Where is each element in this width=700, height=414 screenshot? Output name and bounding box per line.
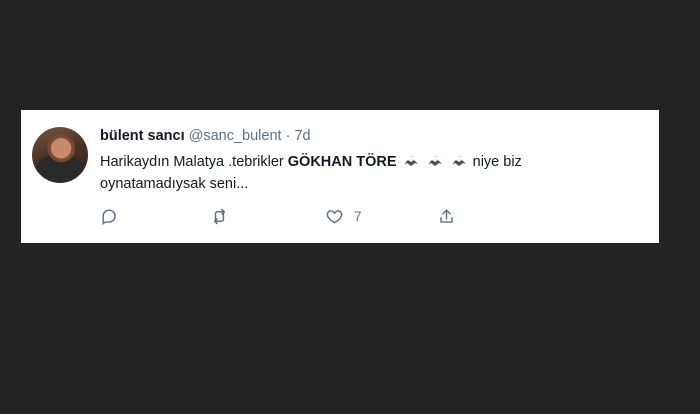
- handle[interactable]: @sanc_bulent: [189, 128, 282, 144]
- retweet-icon: [214, 208, 225, 224]
- tweet-header: bülent sancı @sanc_bulent · 7d: [100, 127, 311, 145]
- timestamp[interactable]: 7d: [294, 128, 310, 144]
- tweet-card[interactable]: bülent sancı @sanc_bulent · 7d Harikaydı…: [21, 110, 659, 243]
- eagle-emojis: [401, 154, 473, 170]
- share-icon: [440, 208, 453, 223]
- reply-icon: [102, 208, 116, 225]
- retweet-button[interactable]: [210, 204, 229, 228]
- heart-icon: [326, 209, 343, 224]
- tweet-text: Harikaydın Malatya .tebrikler GÖKHAN TÖR…: [100, 151, 620, 195]
- like-count: 7: [354, 208, 362, 224]
- eagle-emoji: [403, 155, 418, 166]
- like-button[interactable]: 7: [325, 204, 362, 228]
- tweet-actions: 7: [100, 204, 460, 228]
- tweet-text-bold: GÖKHAN TÖRE: [287, 154, 397, 170]
- reply-button[interactable]: [100, 204, 119, 228]
- eagle-emoji: [451, 155, 466, 166]
- tweet-text-part-1: Harikaydın Malatya .tebrikler: [100, 154, 288, 170]
- avatar[interactable]: [32, 127, 88, 183]
- share-button[interactable]: [437, 204, 456, 228]
- separator-dot: ·: [285, 128, 291, 144]
- eagle-emoji: [427, 155, 442, 166]
- display-name[interactable]: bülent sancı: [100, 128, 185, 144]
